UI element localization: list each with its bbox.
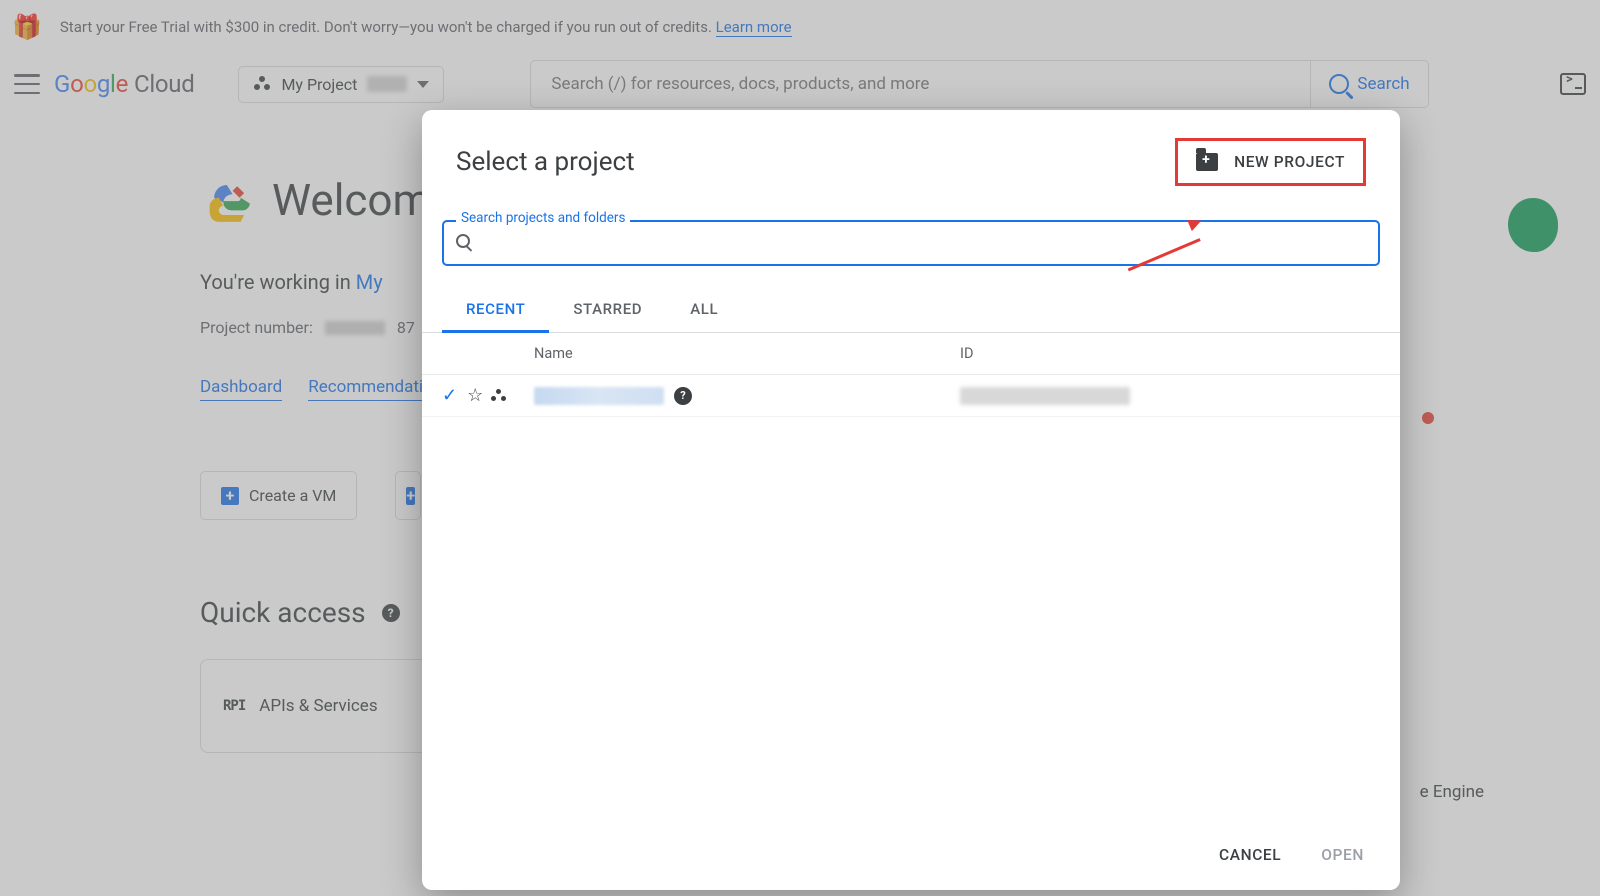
open-button[interactable]: OPEN	[1321, 846, 1364, 864]
project-row[interactable]: ✓ ☆ ?	[422, 375, 1400, 417]
new-project-button[interactable]: NEW PROJECT	[1175, 138, 1366, 186]
project-search-field: Search projects and folders	[442, 220, 1380, 266]
col-id: ID	[960, 345, 1380, 362]
col-name: Name	[534, 345, 960, 362]
modal-title: Select a project	[456, 147, 635, 177]
new-folder-icon	[1196, 153, 1218, 171]
help-icon[interactable]: ?	[674, 387, 692, 405]
check-icon: ✓	[442, 385, 457, 406]
project-search-input[interactable]	[442, 220, 1380, 266]
star-icon[interactable]: ☆	[467, 385, 483, 406]
tab-recent[interactable]: RECENT	[442, 288, 549, 333]
project-icon	[491, 389, 509, 403]
modal-tabs: RECENT STARRED ALL	[422, 288, 1400, 333]
project-table-header: Name ID	[422, 333, 1400, 375]
tab-all[interactable]: ALL	[666, 288, 742, 332]
cancel-button[interactable]: CANCEL	[1219, 846, 1281, 864]
modal-header: Select a project NEW PROJECT	[422, 110, 1400, 206]
redacted-project-id	[960, 387, 1130, 405]
annotation-arrow	[1122, 238, 1200, 241]
search-field-label: Search projects and folders	[456, 210, 630, 226]
modal-footer: CANCEL OPEN	[422, 826, 1400, 890]
redacted-project-name	[534, 387, 664, 405]
tab-starred[interactable]: STARRED	[549, 288, 666, 332]
search-icon	[456, 234, 470, 248]
select-project-modal: Select a project NEW PROJECT Search proj…	[422, 110, 1400, 890]
